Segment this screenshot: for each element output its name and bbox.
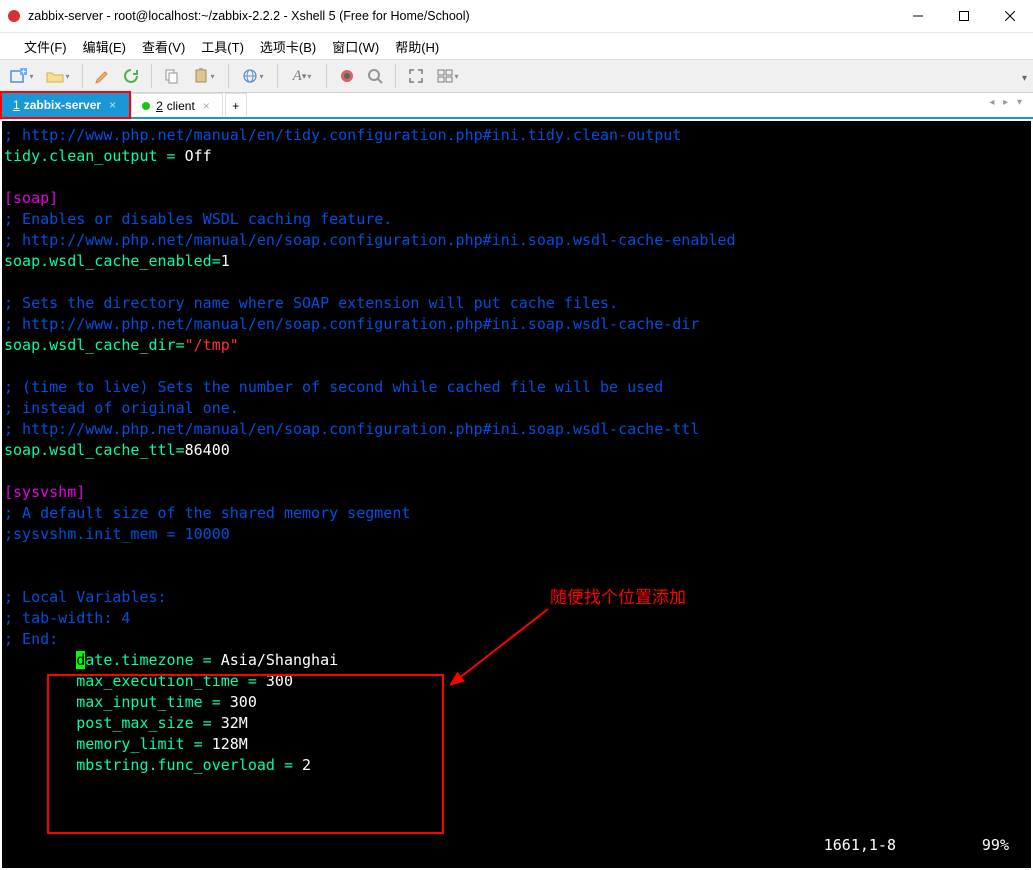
menu-tabs[interactable]: 选项卡(B) <box>252 35 324 58</box>
fullscreen-icon[interactable] <box>406 66 426 86</box>
open-session-icon[interactable]: ▾ <box>44 66 72 86</box>
tab-strip: 1 zabbix-server × 2 client × + ◂ ▸ ▾ <box>0 93 1033 119</box>
toolbar-separator <box>151 64 152 88</box>
tab-label: zabbix-server <box>24 98 101 112</box>
window-controls <box>895 0 1033 32</box>
menu-edit[interactable]: 编辑(E) <box>75 35 134 58</box>
cursor-position: 1661,1-8 <box>824 835 896 856</box>
status-dot-icon <box>142 102 150 110</box>
globe-icon[interactable]: ▾ <box>239 66 267 86</box>
window-title: zabbix-server - root@localhost:~/zabbix-… <box>28 9 895 23</box>
toolbar: ▾ ▾ ▾ ▾ A▾▾ ▾ ▾ <box>0 59 1033 93</box>
tab-label: client <box>167 99 195 113</box>
new-session-icon[interactable]: ▾ <box>8 66 36 86</box>
annotation-text: 随便找个位置添加 <box>550 587 686 608</box>
menu-file[interactable]: 文件(F) <box>16 35 75 58</box>
toolbar-separator <box>326 64 327 88</box>
tab-index: 2 <box>156 99 163 113</box>
edit-icon[interactable] <box>93 66 113 86</box>
tab-client[interactable]: 2 client × <box>131 93 223 117</box>
terminal-view[interactable]: ; http://www.php.net/manual/en/tidy.conf… <box>2 121 1031 868</box>
layout-icon[interactable]: ▾ <box>434 66 462 86</box>
menu-help[interactable]: 帮助(H) <box>387 35 447 58</box>
menu-bar: 文件(F) 编辑(E) 查看(V) 工具(T) 选项卡(B) 窗口(W) 帮助(… <box>0 33 1033 59</box>
toolbar-separator <box>277 64 278 88</box>
font-icon[interactable]: A▾▾ <box>288 66 316 86</box>
new-tab-button[interactable]: + <box>225 93 247 117</box>
annotation-arrow-icon <box>450 601 560 691</box>
paste-icon[interactable]: ▾ <box>190 66 218 86</box>
maximize-button[interactable] <box>941 0 987 32</box>
toolbar-separator <box>395 64 396 88</box>
color-scheme-icon[interactable] <box>337 66 357 86</box>
menu-tools[interactable]: 工具(T) <box>193 35 252 58</box>
menu-view[interactable]: 查看(V) <box>134 35 193 58</box>
menu-window[interactable]: 窗口(W) <box>324 35 387 58</box>
scroll-percent: 99% <box>982 835 1009 856</box>
toolbar-overflow-icon[interactable]: ▾ <box>1021 68 1027 86</box>
tab-zabbix-server[interactable]: 1 zabbix-server × <box>2 93 129 117</box>
highlight-box <box>47 674 444 834</box>
copy-icon[interactable] <box>162 66 182 86</box>
close-button[interactable] <box>987 0 1033 32</box>
minimize-button[interactable] <box>895 0 941 32</box>
tab-index: 1 <box>13 98 20 112</box>
reconnect-icon[interactable] <box>121 66 141 86</box>
tab-nav-arrows[interactable]: ◂ ▸ ▾ <box>989 97 1025 108</box>
tab-close-icon[interactable]: × <box>203 99 210 113</box>
title-bar: zabbix-server - root@localhost:~/zabbix-… <box>0 0 1033 33</box>
highlight-icon[interactable] <box>365 66 385 86</box>
toolbar-separator <box>228 64 229 88</box>
toolbar-separator <box>82 64 83 88</box>
tab-close-icon[interactable]: × <box>109 98 116 112</box>
app-icon <box>6 8 22 24</box>
